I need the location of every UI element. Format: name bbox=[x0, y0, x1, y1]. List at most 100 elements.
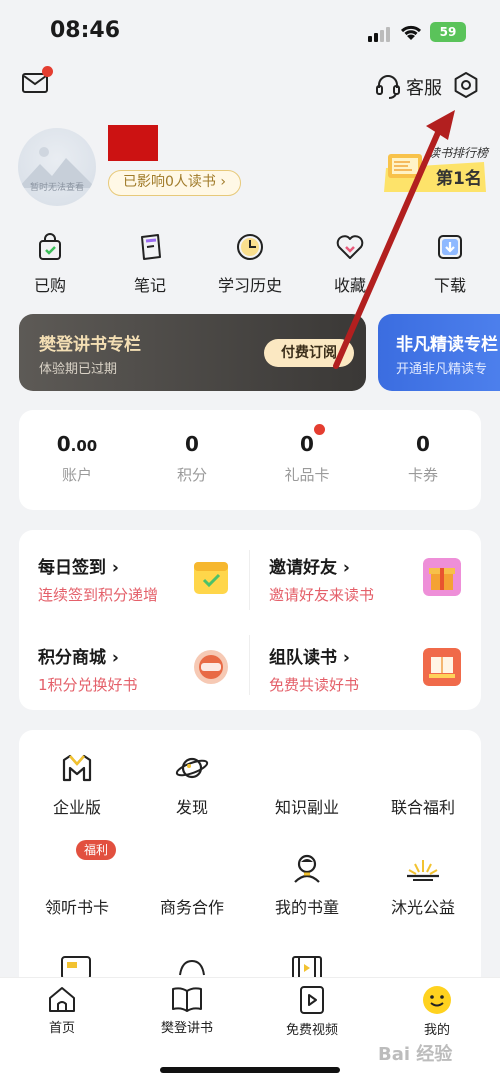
chevron-right-icon: › bbox=[111, 648, 119, 668]
smiley-icon bbox=[423, 986, 451, 1014]
task-title: 积分商城 bbox=[38, 648, 106, 668]
quick-purchased[interactable]: 已购 bbox=[10, 232, 90, 296]
headset-icon[interactable] bbox=[374, 72, 402, 100]
chevron-right-icon: › bbox=[342, 558, 350, 578]
grid-joint-benefits[interactable]: 联合福利 bbox=[373, 752, 473, 818]
notification-dot bbox=[314, 424, 325, 435]
task-subtitle: 邀请好友来读书 bbox=[269, 586, 375, 604]
influence-pill[interactable]: 已影响0人读书 › bbox=[108, 170, 241, 196]
task-invite-friends[interactable]: 邀请好友 › 邀请好友来读书 bbox=[269, 553, 419, 605]
tab-label: 免费视频 bbox=[285, 1023, 338, 1038]
home-icon bbox=[49, 987, 75, 1012]
quick-label: 学习历史 bbox=[217, 276, 282, 295]
grid-discover[interactable]: 发现 bbox=[142, 752, 242, 818]
task-title: 每日签到 bbox=[38, 558, 106, 578]
grid-enterprise[interactable]: 企业版 bbox=[27, 752, 127, 818]
wifi-icon bbox=[400, 25, 422, 40]
rank-value: 第1名 bbox=[436, 169, 482, 189]
tab-label: 首页 bbox=[48, 1021, 75, 1036]
grid-label: 商务合作 bbox=[159, 898, 224, 917]
signal-icon bbox=[368, 26, 392, 42]
download-icon bbox=[438, 235, 462, 259]
influence-label: 已影响0人读书 bbox=[123, 174, 216, 190]
grid-label: 联合福利 bbox=[390, 798, 455, 817]
grid-label: 知识副业 bbox=[274, 798, 339, 817]
quick-label: 笔记 bbox=[133, 276, 166, 295]
mountain-icon bbox=[18, 147, 96, 188]
task-title: 邀请好友 bbox=[269, 558, 337, 578]
sunrise-icon bbox=[407, 860, 439, 881]
tab-free-video[interactable]: 免费视频 bbox=[262, 985, 362, 1038]
stat-decimal: .00 bbox=[70, 437, 98, 455]
grid-label: 沐光公益 bbox=[390, 898, 455, 917]
gift-box-icon bbox=[423, 558, 461, 596]
stat-points[interactable]: 0 积分 bbox=[142, 432, 242, 485]
grid-label: 企业版 bbox=[52, 798, 101, 817]
bag-icon bbox=[39, 233, 61, 260]
enterprise-icon bbox=[62, 754, 92, 782]
subscribe-button[interactable]: 付费订阅 bbox=[264, 339, 354, 367]
quick-label: 下载 bbox=[433, 276, 466, 295]
grid-label: 发现 bbox=[175, 798, 208, 817]
stat-coupons[interactable]: 0 卡券 bbox=[373, 432, 473, 485]
open-book-icon bbox=[172, 987, 202, 1012]
task-team-reading[interactable]: 组队读书 › 免费共读好书 bbox=[269, 643, 419, 695]
stat-label: 卡券 bbox=[407, 466, 438, 484]
grid-business-cooperation[interactable]: 商务合作 bbox=[142, 852, 242, 918]
stat-label: 积分 bbox=[176, 466, 207, 484]
divider bbox=[249, 635, 250, 695]
grid-audiobook-card[interactable]: 领听书卡 bbox=[27, 852, 127, 918]
feifan-column-banner[interactable]: 非凡精读专栏 开通非凡精读专 bbox=[378, 314, 500, 391]
stat-label: 账户 bbox=[61, 466, 92, 484]
film-icon bbox=[292, 956, 322, 979]
gear-icon[interactable] bbox=[452, 71, 480, 99]
banner-title: 非凡精读专栏 bbox=[396, 335, 498, 355]
battery-indicator: 59 bbox=[430, 22, 466, 42]
stat-value: 0 bbox=[185, 432, 199, 456]
watermark: Bai 经验 bbox=[378, 1044, 453, 1065]
task-subtitle: 免费共读好书 bbox=[269, 676, 360, 694]
home-indicator bbox=[160, 1067, 340, 1073]
customer-service-button[interactable]: 客服 bbox=[406, 74, 442, 100]
quick-history[interactable]: 学习历史 bbox=[210, 232, 290, 296]
handshake-icon bbox=[179, 959, 205, 976]
heart-icon bbox=[336, 235, 364, 259]
ticket-icon bbox=[61, 956, 91, 979]
tab-mine[interactable]: 我的 bbox=[387, 985, 487, 1038]
grid-my-book-kid[interactable]: 我的书童 bbox=[257, 852, 357, 918]
quick-download[interactable]: 下载 bbox=[410, 232, 490, 296]
grid-muguang-charity[interactable]: 沐光公益 bbox=[373, 852, 473, 918]
book-stack-icon bbox=[423, 648, 461, 686]
video-icon bbox=[300, 986, 324, 1014]
banner-title: 樊登讲书专栏 bbox=[39, 335, 141, 355]
grid-label: 我的书童 bbox=[274, 898, 339, 917]
tab-fandeng[interactable]: 樊登讲书 bbox=[137, 985, 237, 1036]
tab-label: 我的 bbox=[423, 1023, 450, 1038]
banner-subtitle: 体验期已过期 bbox=[39, 362, 118, 377]
chevron-right-icon: › bbox=[111, 558, 119, 578]
quick-favorites[interactable]: 收藏 bbox=[310, 232, 390, 296]
clock-icon bbox=[237, 234, 263, 260]
fandeng-column-banner[interactable]: 樊登讲书专栏 体验期已过期 付费订阅 bbox=[19, 314, 366, 391]
stat-value: 0 bbox=[56, 432, 71, 456]
avatar-caption: 暂时无法查看 bbox=[29, 183, 84, 193]
quick-notes[interactable]: 笔记 bbox=[110, 232, 190, 296]
chevron-right-icon: › bbox=[342, 648, 350, 668]
quick-label: 已购 bbox=[33, 276, 66, 295]
redacted-username bbox=[108, 125, 158, 161]
status-time: 08:46 bbox=[50, 18, 121, 43]
calendar-check-icon bbox=[194, 562, 228, 594]
grid-knowledge-sideline[interactable]: 知识副业 bbox=[257, 752, 357, 818]
stat-gift-card[interactable]: 0 礼品卡 bbox=[257, 432, 357, 485]
kid-icon bbox=[294, 854, 320, 883]
tab-home[interactable]: 首页 bbox=[12, 985, 112, 1036]
chevron-right-icon: › bbox=[220, 174, 226, 190]
stat-account[interactable]: 0.00 账户 bbox=[27, 432, 127, 485]
grid-label: 领听书卡 bbox=[44, 898, 109, 917]
notification-dot bbox=[42, 66, 53, 77]
banner-subtitle: 开通非凡精读专 bbox=[396, 362, 488, 377]
divider bbox=[249, 550, 250, 610]
stat-label: 礼品卡 bbox=[284, 466, 330, 484]
stat-value: 0 bbox=[300, 432, 314, 456]
avatar[interactable] bbox=[18, 128, 96, 206]
